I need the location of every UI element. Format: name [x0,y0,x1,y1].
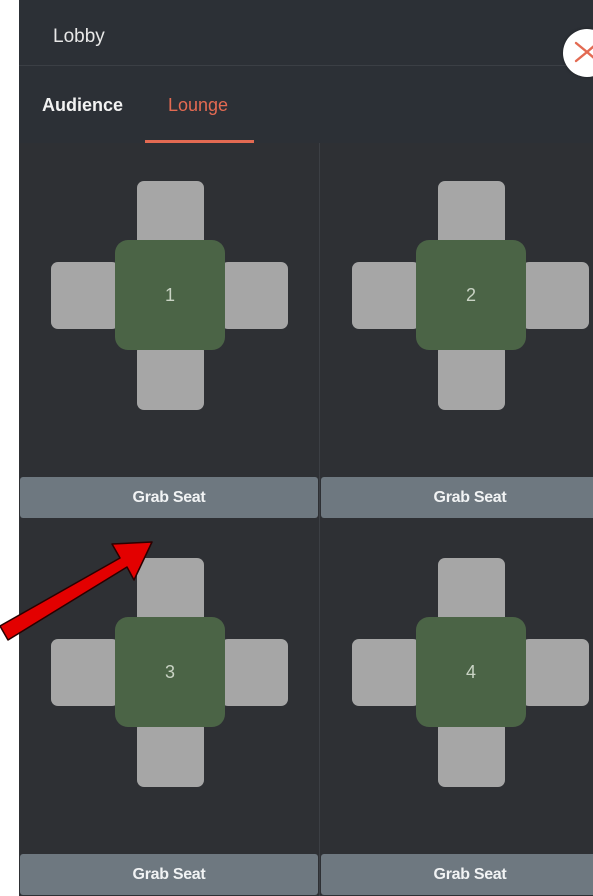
seat-left[interactable] [352,262,420,329]
grab-seat-button[interactable]: Grab Seat [321,477,593,518]
table-number: 2 [416,240,526,350]
lounge-table-2: 2 Grab Seat [320,143,593,520]
seat-top[interactable] [438,558,505,624]
seat-right[interactable] [221,262,288,329]
seat-bottom[interactable] [137,344,204,410]
app-root: Lobby Audience Lounge 1 Grab Seat 2 Grab… [0,0,593,896]
seat-right[interactable] [221,639,288,706]
lobby-panel: Lobby Audience Lounge 1 Grab Seat 2 Grab… [19,0,593,896]
table-number: 1 [115,240,225,350]
seat-right[interactable] [522,262,589,329]
lobby-header: Lobby [19,0,593,66]
close-icon [574,41,593,63]
grab-seat-button[interactable]: Grab Seat [20,854,318,895]
seat-top[interactable] [137,181,204,247]
seat-left[interactable] [352,639,420,706]
seat-top[interactable] [137,558,204,624]
table-number: 4 [416,617,526,727]
lounge-table-1: 1 Grab Seat [19,143,319,520]
lobby-title: Lobby [53,26,105,47]
column-divider [319,143,320,896]
seat-left[interactable] [51,262,119,329]
seat-right[interactable] [522,639,589,706]
seat-bottom[interactable] [137,721,204,787]
grab-seat-button[interactable]: Grab Seat [321,854,593,895]
seat-bottom[interactable] [438,344,505,410]
tab-bar: Audience Lounge [19,66,593,143]
seat-top[interactable] [438,181,505,247]
seat-bottom[interactable] [438,721,505,787]
lounge-table-3: 3 Grab Seat [19,520,319,896]
lounge-tables-grid: 1 Grab Seat 2 Grab Seat 3 Grab Seat 4 Gr… [19,143,593,896]
lounge-table-4: 4 Grab Seat [320,520,593,896]
grab-seat-button[interactable]: Grab Seat [20,477,318,518]
table-number: 3 [115,617,225,727]
tab-lounge[interactable]: Lounge [168,94,228,116]
tab-audience[interactable]: Audience [42,94,123,116]
seat-left[interactable] [51,639,119,706]
